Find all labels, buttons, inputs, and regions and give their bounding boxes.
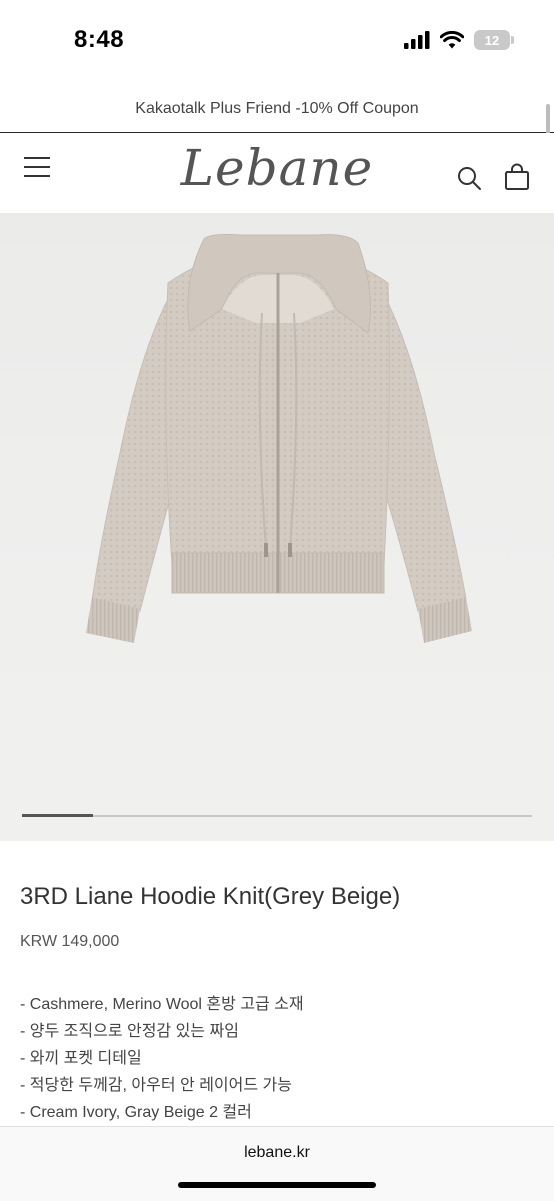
status-icons: 12 — [404, 30, 514, 50]
promo-banner[interactable]: Kakaotalk Plus Friend -10% Off Coupon — [0, 86, 554, 132]
description-line: - 양두 조직으로 안정감 있는 짜임 — [20, 1023, 239, 1040]
home-indicator[interactable] — [178, 1182, 376, 1188]
description-line: - Cashmere, Merino Wool 혼방 고급 소재 — [20, 996, 304, 1013]
product-description: - Cashmere, Merino Wool 혼방 고급 소재 - 양두 조직… — [20, 991, 304, 1126]
cellular-signal-icon — [404, 31, 430, 49]
carousel-progress[interactable] — [22, 814, 532, 817]
site-header: Lebane — [0, 133, 554, 213]
browser-address-bar[interactable]: lebane.kr — [0, 1126, 554, 1201]
description-line: - 적당한 두께감, 아우터 안 레이어드 가능 — [20, 1077, 292, 1094]
description-line: - Cream Ivory, Gray Beige 2 컬러 — [20, 1104, 252, 1121]
hoodie-knit-image — [86, 234, 472, 643]
battery-icon: 12 — [474, 30, 514, 50]
status-bar: 8:48 12 — [0, 0, 554, 86]
battery-level: 12 — [484, 32, 500, 48]
product-title: 3RD Liane Hoodie Knit(Grey Beige) — [20, 883, 401, 910]
description-line: - 와끼 포켓 디테일 — [20, 1050, 142, 1067]
product-price: KRW 149,000 — [20, 933, 120, 950]
carousel-progress-thumb — [22, 814, 94, 817]
product-image[interactable] — [0, 213, 554, 841]
shopping-bag-icon[interactable] — [504, 163, 530, 191]
url-text[interactable]: lebane.kr — [0, 1144, 554, 1162]
search-icon[interactable] — [456, 165, 482, 191]
wifi-icon — [440, 31, 464, 49]
status-time: 8:48 — [74, 26, 125, 53]
